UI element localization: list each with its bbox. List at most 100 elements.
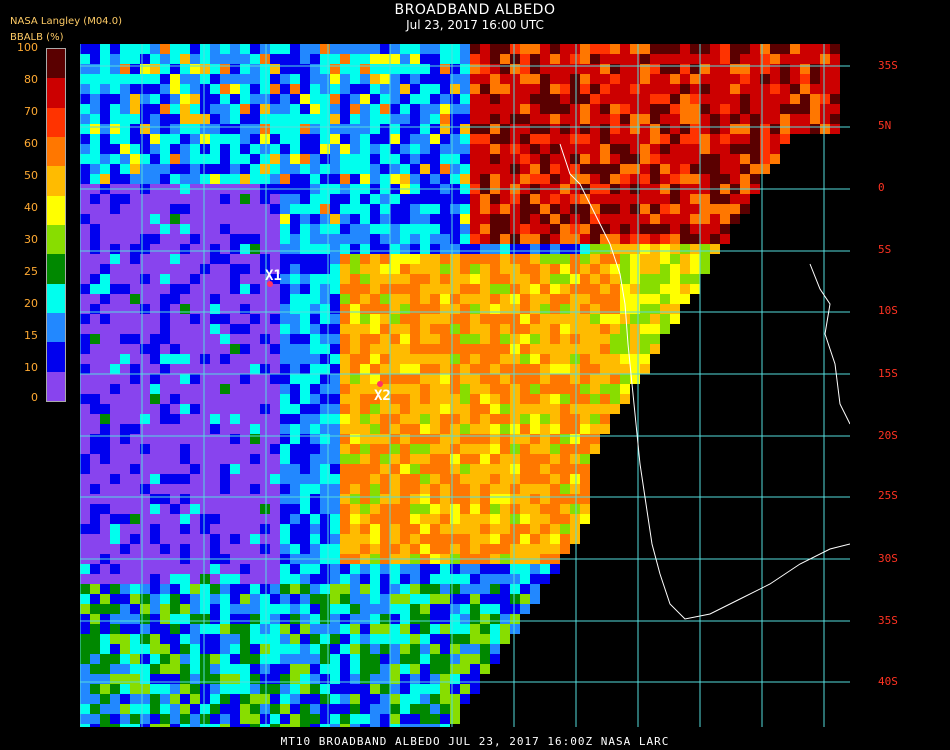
- albedo-pixel: [120, 144, 130, 154]
- albedo-pixel: [200, 714, 210, 724]
- east-coastline: [809, 263, 850, 425]
- albedo-pixel: [490, 574, 500, 584]
- albedo-pixel: [530, 164, 540, 174]
- albedo-pixel: [310, 514, 320, 524]
- albedo-pixel: [350, 564, 360, 574]
- albedo-pixel: [720, 234, 730, 244]
- albedo-pixel: [430, 44, 440, 54]
- albedo-pixel: [130, 354, 140, 364]
- albedo-pixel: [250, 284, 260, 294]
- albedo-pixel: [120, 594, 130, 604]
- albedo-pixel: [360, 234, 370, 244]
- albedo-pixel: [290, 294, 300, 304]
- albedo-pixel: [460, 454, 470, 464]
- albedo-pixel: [530, 444, 540, 454]
- albedo-pixel: [200, 264, 210, 274]
- albedo-pixel: [410, 344, 420, 354]
- albedo-pixel: [550, 114, 560, 124]
- albedo-pixel: [570, 104, 580, 114]
- albedo-pixel: [280, 524, 290, 534]
- albedo-pixel: [210, 104, 220, 114]
- albedo-pixel: [90, 134, 100, 144]
- albedo-pixel: [240, 444, 250, 454]
- albedo-pixel: [520, 494, 530, 504]
- albedo-pixel: [110, 274, 120, 284]
- albedo-pixel: [100, 284, 110, 294]
- albedo-pixel: [370, 644, 380, 654]
- albedo-pixel: [640, 234, 650, 244]
- albedo-pixel: [380, 214, 390, 224]
- albedo-pixel: [340, 384, 350, 394]
- albedo-pixel: [330, 494, 340, 504]
- albedo-pixel: [340, 544, 350, 554]
- albedo-pixel: [240, 494, 250, 504]
- albedo-pixel: [350, 414, 360, 424]
- albedo-pixel: [710, 114, 720, 124]
- albedo-pixel: [200, 624, 210, 634]
- albedo-pixel: [480, 324, 490, 334]
- albedo-pixel: [520, 524, 530, 534]
- albedo-pixel: [210, 274, 220, 284]
- albedo-pixel: [590, 174, 600, 184]
- albedo-pixel: [490, 244, 500, 254]
- albedo-pixel: [470, 324, 480, 334]
- albedo-pixel: [280, 714, 290, 724]
- albedo-pixel: [80, 354, 90, 364]
- albedo-pixel: [160, 604, 170, 614]
- albedo-pixel: [490, 474, 500, 484]
- albedo-pixel: [260, 724, 270, 727]
- albedo-pixel: [530, 494, 540, 504]
- albedo-pixel: [160, 574, 170, 584]
- colorbar-tick-label: 20: [24, 297, 38, 310]
- albedo-pixel: [370, 84, 380, 94]
- albedo-pixel: [370, 294, 380, 304]
- albedo-pixel: [110, 264, 120, 274]
- albedo-pixel: [130, 44, 140, 54]
- albedo-pixel: [470, 164, 480, 174]
- albedo-pixel: [500, 504, 510, 514]
- albedo-pixel: [620, 94, 630, 104]
- albedo-pixel: [330, 424, 340, 434]
- albedo-pixel: [270, 154, 280, 164]
- albedo-pixel: [460, 514, 470, 524]
- albedo-pixel: [700, 104, 710, 114]
- albedo-pixel: [560, 314, 570, 324]
- albedo-pixel: [290, 144, 300, 154]
- albedo-pixel: [90, 214, 100, 224]
- albedo-pixel: [150, 274, 160, 284]
- albedo-pixel: [500, 194, 510, 204]
- albedo-pixel: [130, 484, 140, 494]
- albedo-pixel: [340, 624, 350, 634]
- albedo-pixel: [170, 384, 180, 394]
- albedo-pixel: [90, 154, 100, 164]
- albedo-pixel: [90, 194, 100, 204]
- albedo-pixel: [620, 204, 630, 214]
- albedo-pixel: [260, 164, 270, 174]
- albedo-pixel: [110, 254, 120, 264]
- albedo-pixel: [680, 244, 690, 254]
- albedo-pixel: [350, 244, 360, 254]
- albedo-pixel: [150, 514, 160, 524]
- albedo-pixel: [480, 144, 490, 154]
- albedo-pixel: [480, 84, 490, 94]
- albedo-pixel: [550, 534, 560, 544]
- albedo-pixel: [710, 224, 720, 234]
- albedo-pixel: [390, 394, 400, 404]
- albedo-pixel: [270, 374, 280, 384]
- albedo-pixel: [410, 524, 420, 534]
- albedo-pixel: [490, 144, 500, 154]
- albedo-pixel: [710, 204, 720, 214]
- albedo-pixel: [80, 244, 90, 254]
- albedo-pixel: [300, 214, 310, 224]
- albedo-pixel: [640, 194, 650, 204]
- latitude-label: 25S: [878, 489, 898, 502]
- albedo-pixel: [380, 164, 390, 174]
- albedo-pixel: [100, 224, 110, 234]
- albedo-pixel: [590, 154, 600, 164]
- albedo-pixel: [540, 44, 550, 54]
- albedo-pixel: [830, 94, 840, 104]
- albedo-pixel: [530, 74, 540, 84]
- albedo-pixel: [230, 684, 240, 694]
- albedo-pixel: [150, 154, 160, 164]
- albedo-pixel: [160, 524, 170, 534]
